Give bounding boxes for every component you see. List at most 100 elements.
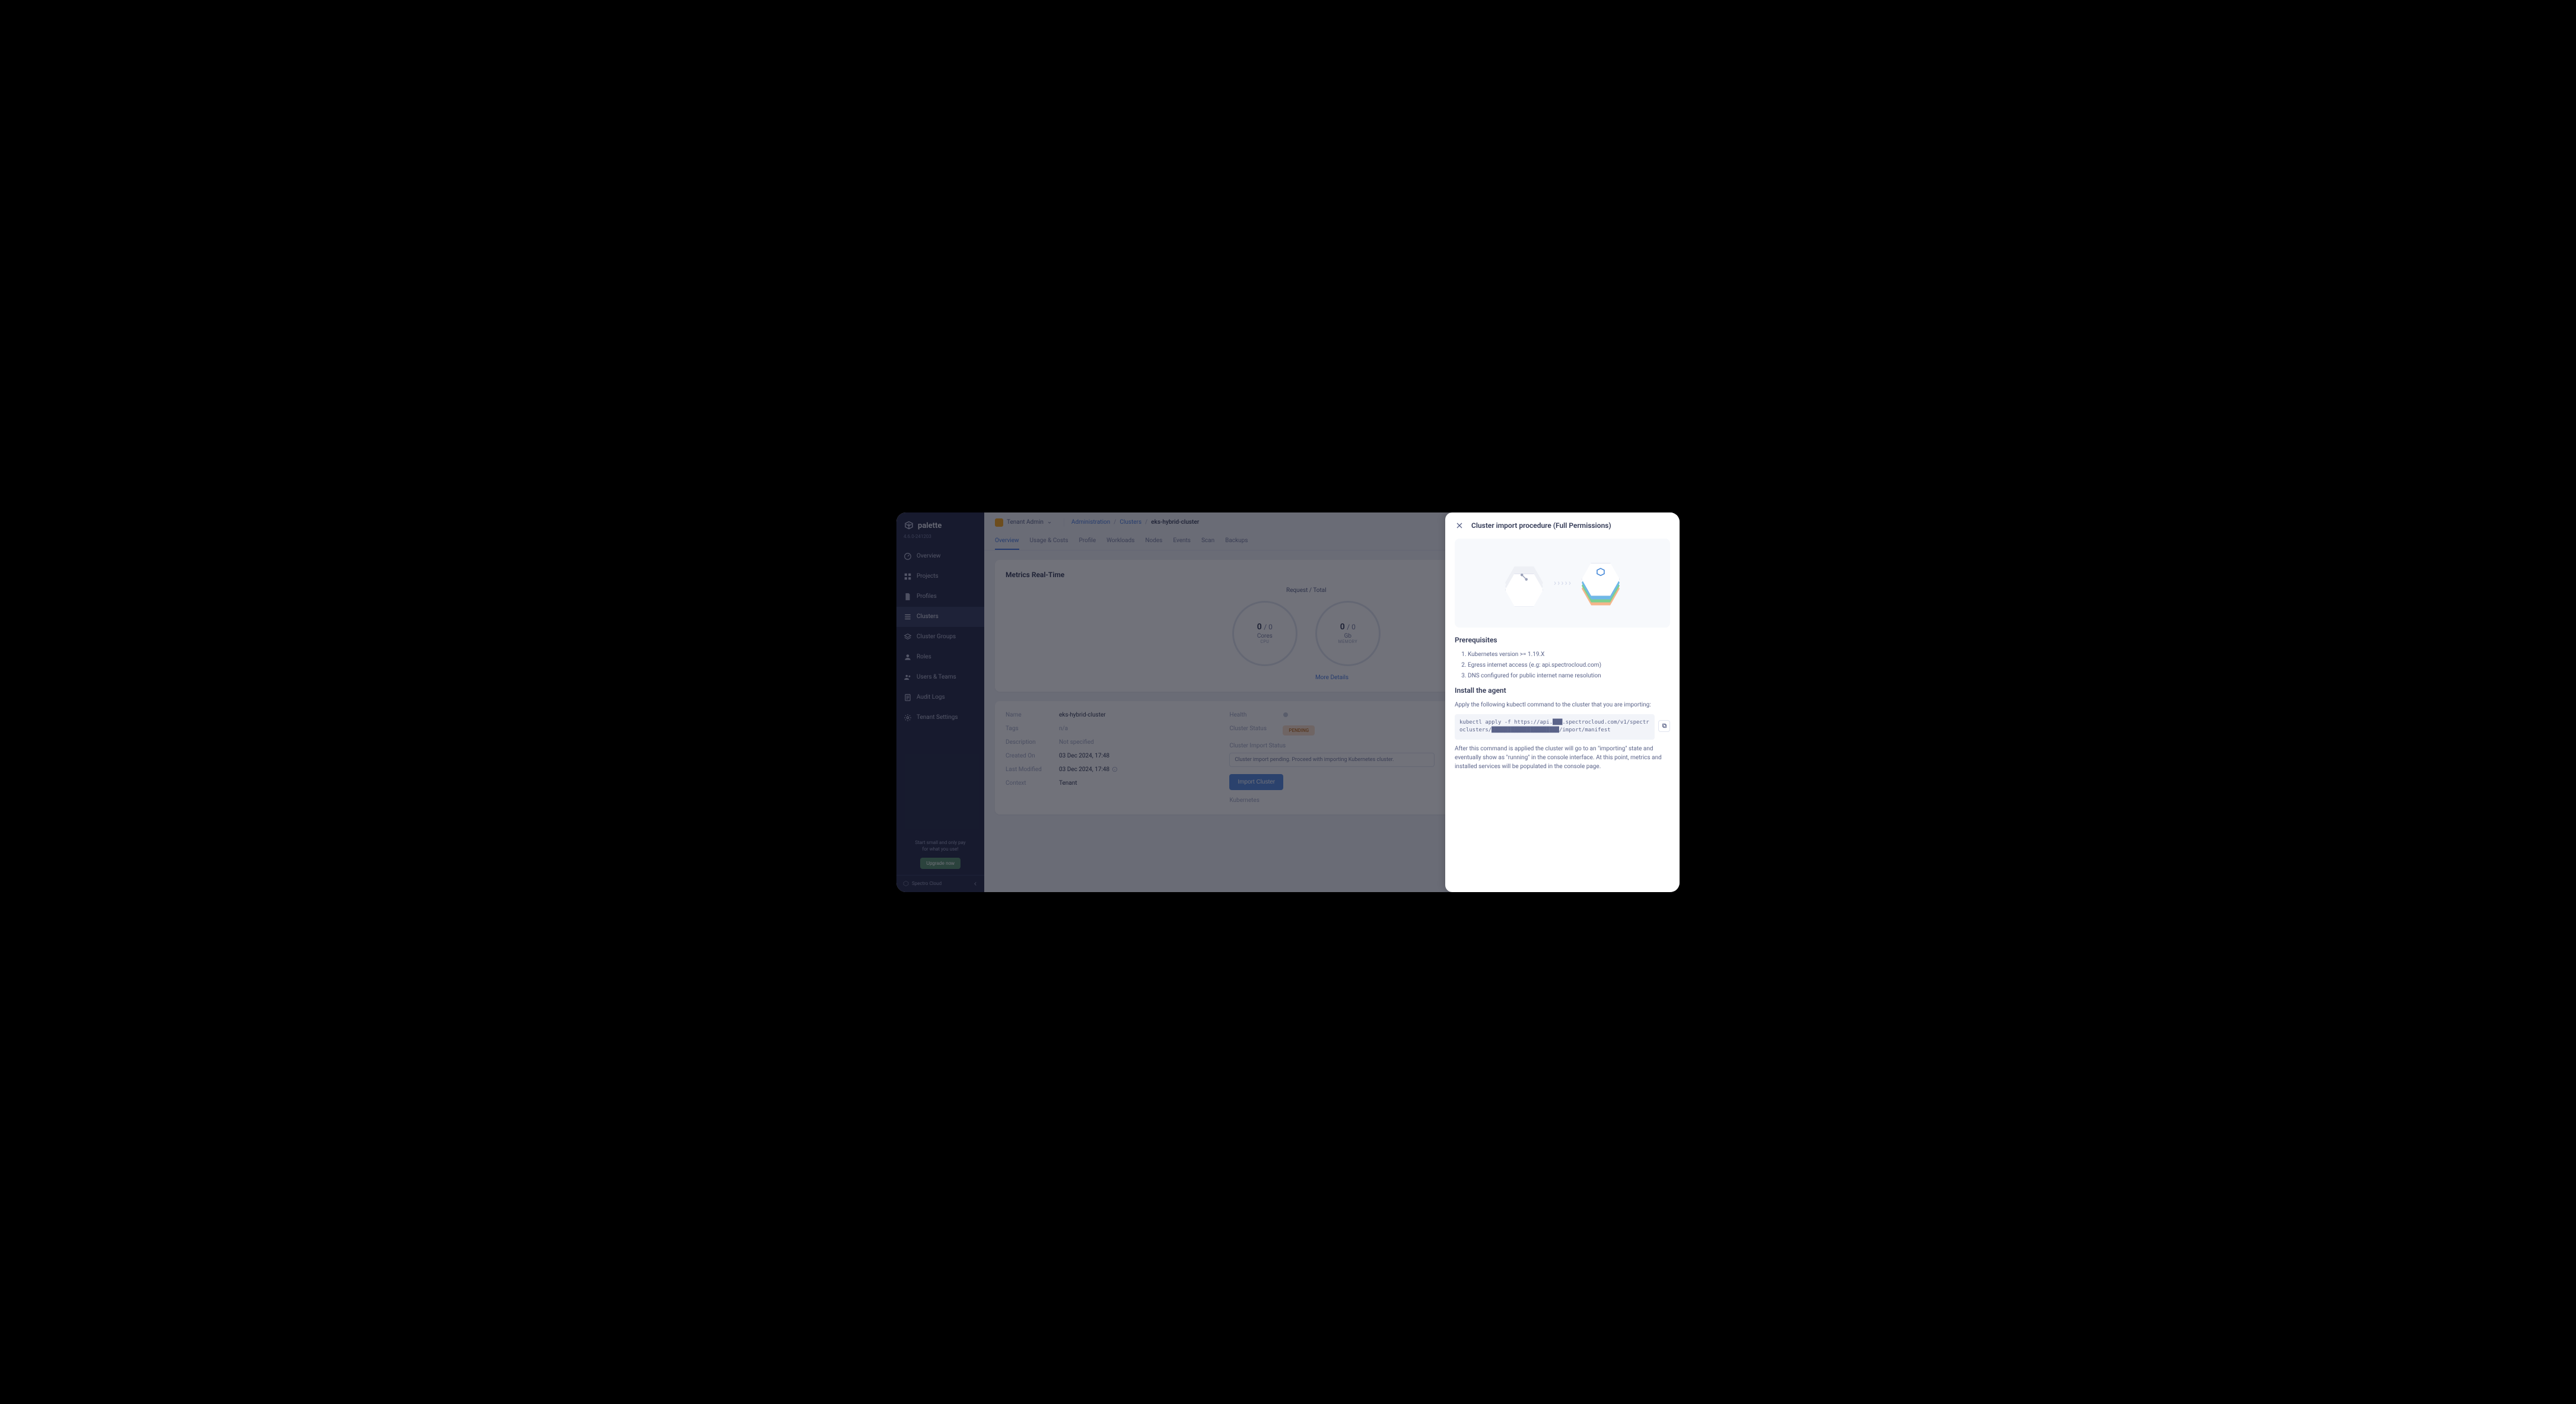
sidebar-footer-text: Start small and only pay for what you us… — [902, 839, 978, 852]
file-icon — [904, 593, 912, 601]
kv-val-lastmod: 03 Dec 2024, 17:48 — [1059, 766, 1118, 773]
tab-profile[interactable]: Profile — [1079, 533, 1096, 550]
kv-val-created: 03 Dec 2024, 17:48 — [1059, 753, 1109, 759]
sidebar: palette 4.6.0-241203 Overview Projects P… — [896, 512, 984, 892]
health-dot-icon — [1283, 712, 1289, 718]
install-heading: Install the agent — [1455, 686, 1670, 695]
kv-key-created: Created On — [1006, 753, 1059, 759]
kv-val-tags: n/a — [1059, 725, 1068, 732]
cpu-value: 0 / 0 — [1257, 622, 1273, 632]
memory-unit: MEMORY — [1338, 639, 1357, 644]
breadcrumb-clusters[interactable]: Clusters — [1120, 519, 1141, 526]
kv-key-name: Name — [1006, 712, 1059, 718]
kv-key-tags: Tags — [1006, 725, 1059, 732]
layers-icon — [904, 633, 912, 641]
install-after-text: After this command is applied the cluste… — [1455, 744, 1670, 771]
sidebar-item-label: Projects — [917, 573, 939, 580]
sidebar-item-tenant-settings[interactable]: Tenant Settings — [896, 708, 984, 728]
sidebar-item-clusters[interactable]: Clusters — [896, 607, 984, 627]
tab-usage-costs[interactable]: Usage & Costs — [1030, 533, 1068, 550]
prereq-item: DNS configured for public internet name … — [1468, 671, 1670, 680]
panel-title: Cluster import procedure (Full Permissio… — [1471, 521, 1611, 530]
sidebar-item-cluster-groups[interactable]: Cluster Groups — [896, 627, 984, 647]
sidebar-item-users-teams[interactable]: Users & Teams — [896, 667, 984, 687]
panel-illustration: ››››› — [1455, 539, 1670, 628]
sidebar-item-roles[interactable]: Roles — [896, 647, 984, 667]
source-cluster-icon — [1500, 559, 1548, 607]
tenant-selector[interactable]: Tenant Admin — [995, 518, 1064, 527]
kv-val-context: Tenant — [1059, 780, 1077, 787]
memory-label: Gb — [1344, 633, 1351, 639]
status-badge: PENDING — [1283, 725, 1315, 736]
collapse-icon[interactable] — [972, 881, 978, 887]
memory-value: 0 / 0 — [1340, 622, 1356, 632]
breadcrumb-administration[interactable]: Administration — [1071, 519, 1110, 526]
prereq-item: Egress internet access (e.g: api.spectro… — [1468, 661, 1670, 670]
cpu-gauge: 0 / 0 Cores CPU — [1232, 601, 1297, 666]
memory-gauge: 0 / 0 Gb MEMORY — [1315, 601, 1381, 666]
import-status-message: Cluster import pending. Proceed with imp… — [1229, 753, 1434, 767]
chevron-down-icon — [1047, 520, 1052, 525]
sidebar-item-profiles[interactable]: Profiles — [896, 587, 984, 607]
prereq-item: Kubernetes version >= 1.19.X — [1468, 650, 1670, 659]
tab-backups[interactable]: Backups — [1225, 533, 1248, 550]
sidebar-item-projects[interactable]: Projects — [896, 566, 984, 587]
transfer-arrows-icon: ››››› — [1554, 579, 1571, 587]
sidebar-bottom-brand: Spectro Cloud — [902, 880, 942, 887]
breadcrumb-current: eks-hybrid-cluster — [1151, 519, 1199, 526]
tab-events[interactable]: Events — [1173, 533, 1191, 550]
brand-name: palette — [918, 521, 942, 530]
tenant-label: Tenant Admin — [1007, 519, 1044, 526]
destination-cluster-icon — [1577, 559, 1624, 607]
kv-val-health — [1283, 712, 1289, 718]
kv-key-health: Health — [1229, 712, 1283, 718]
sidebar-item-audit-logs[interactable]: Audit Logs — [896, 687, 984, 708]
kv-val-name: eks-hybrid-cluster — [1059, 712, 1106, 718]
kv-key-import-status: Cluster Import Status — [1229, 743, 1434, 749]
kv-key-cluster-status: Cluster Status — [1229, 725, 1283, 736]
import-procedure-panel: Cluster import procedure (Full Permissio… — [1445, 512, 1680, 892]
sidebar-item-label: Audit Logs — [917, 694, 945, 701]
gauge-icon — [904, 552, 912, 561]
copy-button[interactable] — [1658, 720, 1670, 732]
panel-body: ››››› Prerequisites Kubernetes version >… — [1445, 539, 1680, 892]
users-icon — [904, 673, 912, 682]
sidebar-item-overview[interactable]: Overview — [896, 546, 984, 566]
sidebar-bottom-bar: Spectro Cloud — [896, 875, 984, 892]
sidebar-item-label: Roles — [917, 654, 931, 660]
breadcrumb: Administration / Clusters / eks-hybrid-c… — [1071, 519, 1199, 526]
import-cluster-button[interactable]: Import Cluster — [1229, 774, 1283, 790]
breadcrumb-separator: / — [1114, 519, 1116, 526]
prereq-list: Kubernetes version >= 1.19.X Egress inte… — [1455, 650, 1670, 680]
tab-nodes[interactable]: Nodes — [1145, 533, 1162, 550]
kv-key-description: Description — [1006, 739, 1059, 746]
sidebar-item-label: Overview — [917, 553, 941, 559]
upgrade-button[interactable]: Upgrade now — [920, 858, 961, 869]
cpu-label: Cores — [1257, 633, 1273, 639]
close-icon[interactable] — [1455, 521, 1464, 530]
details-col-mid: Health Cluster StatusPENDING Cluster Imp… — [1229, 712, 1434, 804]
doc-icon — [904, 693, 912, 702]
tab-scan[interactable]: Scan — [1201, 533, 1214, 550]
gear-icon — [904, 714, 912, 722]
kv-val-description: Not specified — [1059, 739, 1094, 746]
brand-icon — [904, 521, 914, 531]
grid-icon — [904, 572, 912, 581]
info-icon[interactable] — [1112, 766, 1118, 772]
kv-key-lastmod: Last Modified — [1006, 766, 1059, 773]
breadcrumb-separator: / — [1145, 519, 1147, 526]
tenant-color-icon — [995, 518, 1003, 527]
brand: palette — [896, 512, 984, 534]
app-window: palette 4.6.0-241203 Overview Projects P… — [896, 512, 1680, 892]
sidebar-item-label: Cluster Groups — [917, 633, 956, 640]
copy-icon — [1661, 722, 1668, 729]
install-lead-text: Apply the following kubectl command to t… — [1455, 701, 1670, 709]
list-icon — [904, 613, 912, 621]
tab-workloads[interactable]: Workloads — [1106, 533, 1134, 550]
cpu-unit: CPU — [1260, 639, 1269, 644]
tab-overview[interactable]: Overview — [995, 533, 1019, 550]
kubectl-command[interactable]: kubectl apply -f https://api.███.spectro… — [1455, 714, 1655, 740]
user-icon — [904, 653, 912, 661]
kv-key-kubernetes: Kubernetes — [1229, 797, 1283, 804]
sidebar-footer: Start small and only pay for what you us… — [896, 833, 984, 874]
